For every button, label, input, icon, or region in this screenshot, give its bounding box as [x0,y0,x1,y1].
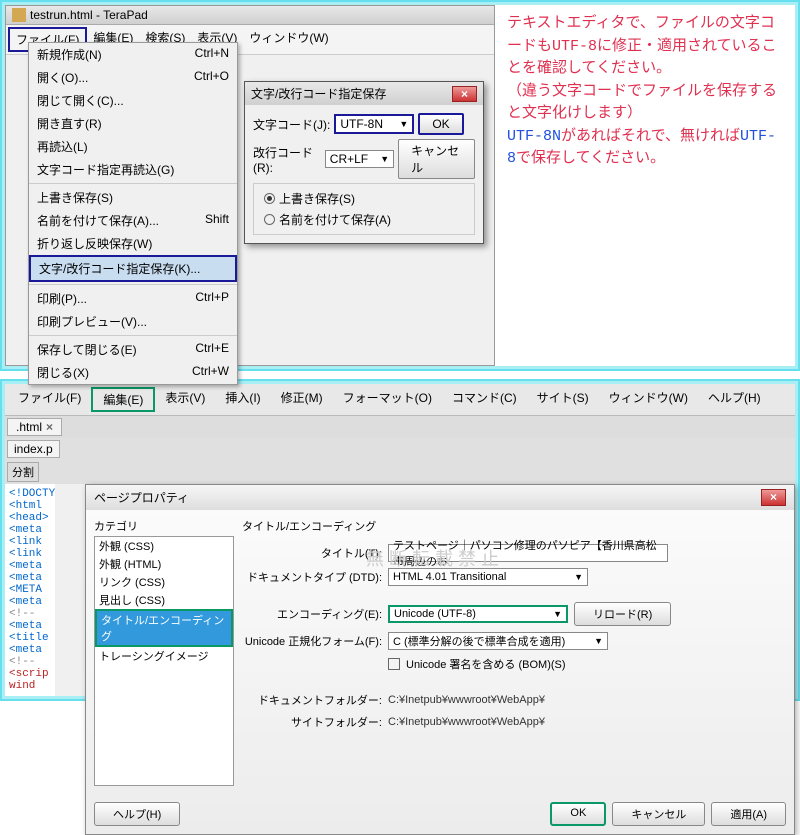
newline-select[interactable]: CR+LF ▼ [325,150,394,168]
close-icon[interactable]: × [452,86,477,102]
radio-icon [264,214,275,225]
dw-menu-item[interactable]: 挿入(I) [215,387,270,412]
dw-menu-item[interactable]: サイト(S) [527,387,599,412]
close-icon[interactable]: × [761,489,786,506]
menu-item[interactable]: 文字/改行コード指定保存(K)... [29,255,237,282]
cancel-button[interactable]: キャンセル [398,139,475,179]
encoding-label: エンコーディング(E): [242,606,382,622]
instruction-text: テキストエディタで、ファイルの文字コードもUTF-8に修正・適用されていることを… [495,5,795,366]
pp-titlebar: ページプロパティ × [86,485,794,510]
dw-tabs: .html × [5,416,795,438]
encoding-select[interactable]: Unicode (UTF-8) ▼ [388,605,568,623]
dw-menubar: ファイル(F)編集(E)表示(V)挿入(I)修正(M)フォーマット(O)コマンド… [5,384,795,416]
category-list: 外観 (CSS)外観 (HTML)リンク (CSS)見出し (CSS)タイトル/… [94,536,234,786]
tab-index[interactable]: index.p [7,440,60,458]
menu-item[interactable]: 上書き保存(S) [29,186,237,209]
category-item[interactable]: 見出し (CSS) [95,591,233,609]
dialog-title-text: 文字/改行コード指定保存 [251,85,386,102]
chevron-down-icon: ▼ [594,636,603,646]
menu-item[interactable]: 文字コード指定再読込(G) [29,158,237,181]
docfolder-value: C:¥Inetpub¥wwwroot¥WebApp¥ [388,694,545,706]
category-item[interactable]: トレーシングイメージ [95,647,233,665]
dw-menu-item[interactable]: ウィンドウ(W) [599,387,698,412]
apply-button[interactable]: 適用(A) [711,802,786,826]
chevron-down-icon: ▼ [380,154,389,164]
dtd-select[interactable]: HTML 4.01 Transitional ▼ [388,568,588,586]
dw-menu-item[interactable]: 表示(V) [155,387,215,412]
charcode-label: 文字コード(J): [253,116,330,133]
norm-select[interactable]: C (標準分解の後で標準合成を適用) ▼ [388,632,608,650]
menu-item[interactable]: 印刷プレビュー(V)... [29,310,237,333]
page-properties-dialog: ページプロパティ × 無 断 転 載 禁 止 カテゴリ 外観 (CSS)外観 (… [85,484,795,835]
reload-button[interactable]: リロード(R) [574,602,671,626]
chevron-down-icon: ▼ [574,572,583,582]
dw-menu-item[interactable]: ヘルプ(H) [698,387,771,412]
radio-overwrite[interactable]: 上書き保存(S) [258,188,470,209]
dialog-titlebar: 文字/改行コード指定保存 × [245,82,483,105]
category-item[interactable]: タイトル/エンコーディング [95,609,233,647]
close-icon[interactable]: × [46,420,53,434]
menu-item[interactable]: 折り返し反映保存(W) [29,232,237,255]
save-encoding-dialog: 文字/改行コード指定保存 × 文字コード(J): UTF-8N ▼ OK 改行コ… [244,81,484,244]
sitefolder-label: サイトフォルダー: [242,714,382,730]
menu-item[interactable]: 開き直す(R) [29,112,237,135]
dw-toolbar: コード index.p [5,438,795,460]
charcode-select[interactable]: UTF-8N ▼ [334,114,414,134]
dw-menu-item[interactable]: コマンド(C) [442,387,527,412]
split-button[interactable]: 分割 [7,462,39,482]
category-item[interactable]: 外観 (HTML) [95,555,233,573]
window-title: testrun.html - TeraPad [30,8,148,22]
title-input[interactable]: テストページ｜パソコン修理のパソピア【香川県高松市周辺のお [388,544,668,562]
charcode-value: UTF-8N [340,117,383,131]
docfolder-label: ドキュメントフォルダー: [242,692,382,708]
category-item[interactable]: リンク (CSS) [95,573,233,591]
menu-item[interactable]: 再読込(L) [29,135,237,158]
title-label: タイトル(T): [242,545,382,561]
ok-button[interactable]: OK [418,113,463,135]
file-menu-dropdown: 新規作成(N)Ctrl+N開く(O)...Ctrl+O閉じて開く(C)...開き… [28,42,238,385]
dw-menu-item[interactable]: 編集(E) [91,387,155,412]
menu-item[interactable]: 名前を付けて保存(A)...Shift [29,209,237,232]
chevron-down-icon: ▼ [399,119,408,129]
bom-label: Unicode 署名を含める (BOM)(S) [406,656,566,672]
dw-menu-item[interactable]: ファイル(F) [8,387,91,412]
menu-item[interactable]: 閉じて開く(C)... [29,89,237,112]
pp-title-text: ページプロパティ [94,489,189,506]
bom-checkbox[interactable] [388,658,400,670]
menu-item[interactable]: 閉じる(X)Ctrl+W [29,361,237,384]
menu-item[interactable]: 印刷(P)...Ctrl+P [29,287,237,310]
chevron-down-icon: ▼ [553,609,562,619]
app-icon [12,8,26,22]
menu-item[interactable]: 保存して閉じる(E)Ctrl+E [29,338,237,361]
dw-menu-item[interactable]: フォーマット(O) [333,387,442,412]
dw-menu-item[interactable]: 修正(M) [271,387,333,412]
dreamweaver-window: ファイル(F)編集(E)表示(V)挿入(I)修正(M)フォーマット(O)コマンド… [5,384,795,696]
menu-item[interactable]: 新規作成(N)Ctrl+N [29,43,237,66]
radio-saveas[interactable]: 名前を付けて保存(A) [258,209,470,230]
menu-window[interactable]: ウィンドウ(W) [243,27,334,52]
newline-value: CR+LF [330,152,368,166]
dtd-label: ドキュメントタイプ (DTD): [242,569,382,585]
ok-button[interactable]: OK [550,802,606,826]
code-panel: <!DOCTY<html<head><meta<link<link<meta<m… [5,484,55,696]
radio-icon [264,193,275,204]
titlebar: testrun.html - TeraPad [6,6,494,25]
category-label: カテゴリ [94,518,234,534]
help-button[interactable]: ヘルプ(H) [94,802,180,826]
newline-label: 改行コード(R): [253,144,321,175]
terapad-window: testrun.html - TeraPad ファイル(F) 編集(E) 検索(… [5,5,495,366]
cancel-button[interactable]: キャンセル [612,802,705,826]
sitefolder-value: C:¥Inetpub¥wwwroot¥WebApp¥ [388,716,545,728]
tab-html[interactable]: .html × [7,418,62,436]
norm-label: Unicode 正規化フォーム(F): [242,633,382,649]
pp-section-title: タイトル/エンコーディング [242,518,786,534]
menu-item[interactable]: 開く(O)...Ctrl+O [29,66,237,89]
category-item[interactable]: 外観 (CSS) [95,537,233,555]
